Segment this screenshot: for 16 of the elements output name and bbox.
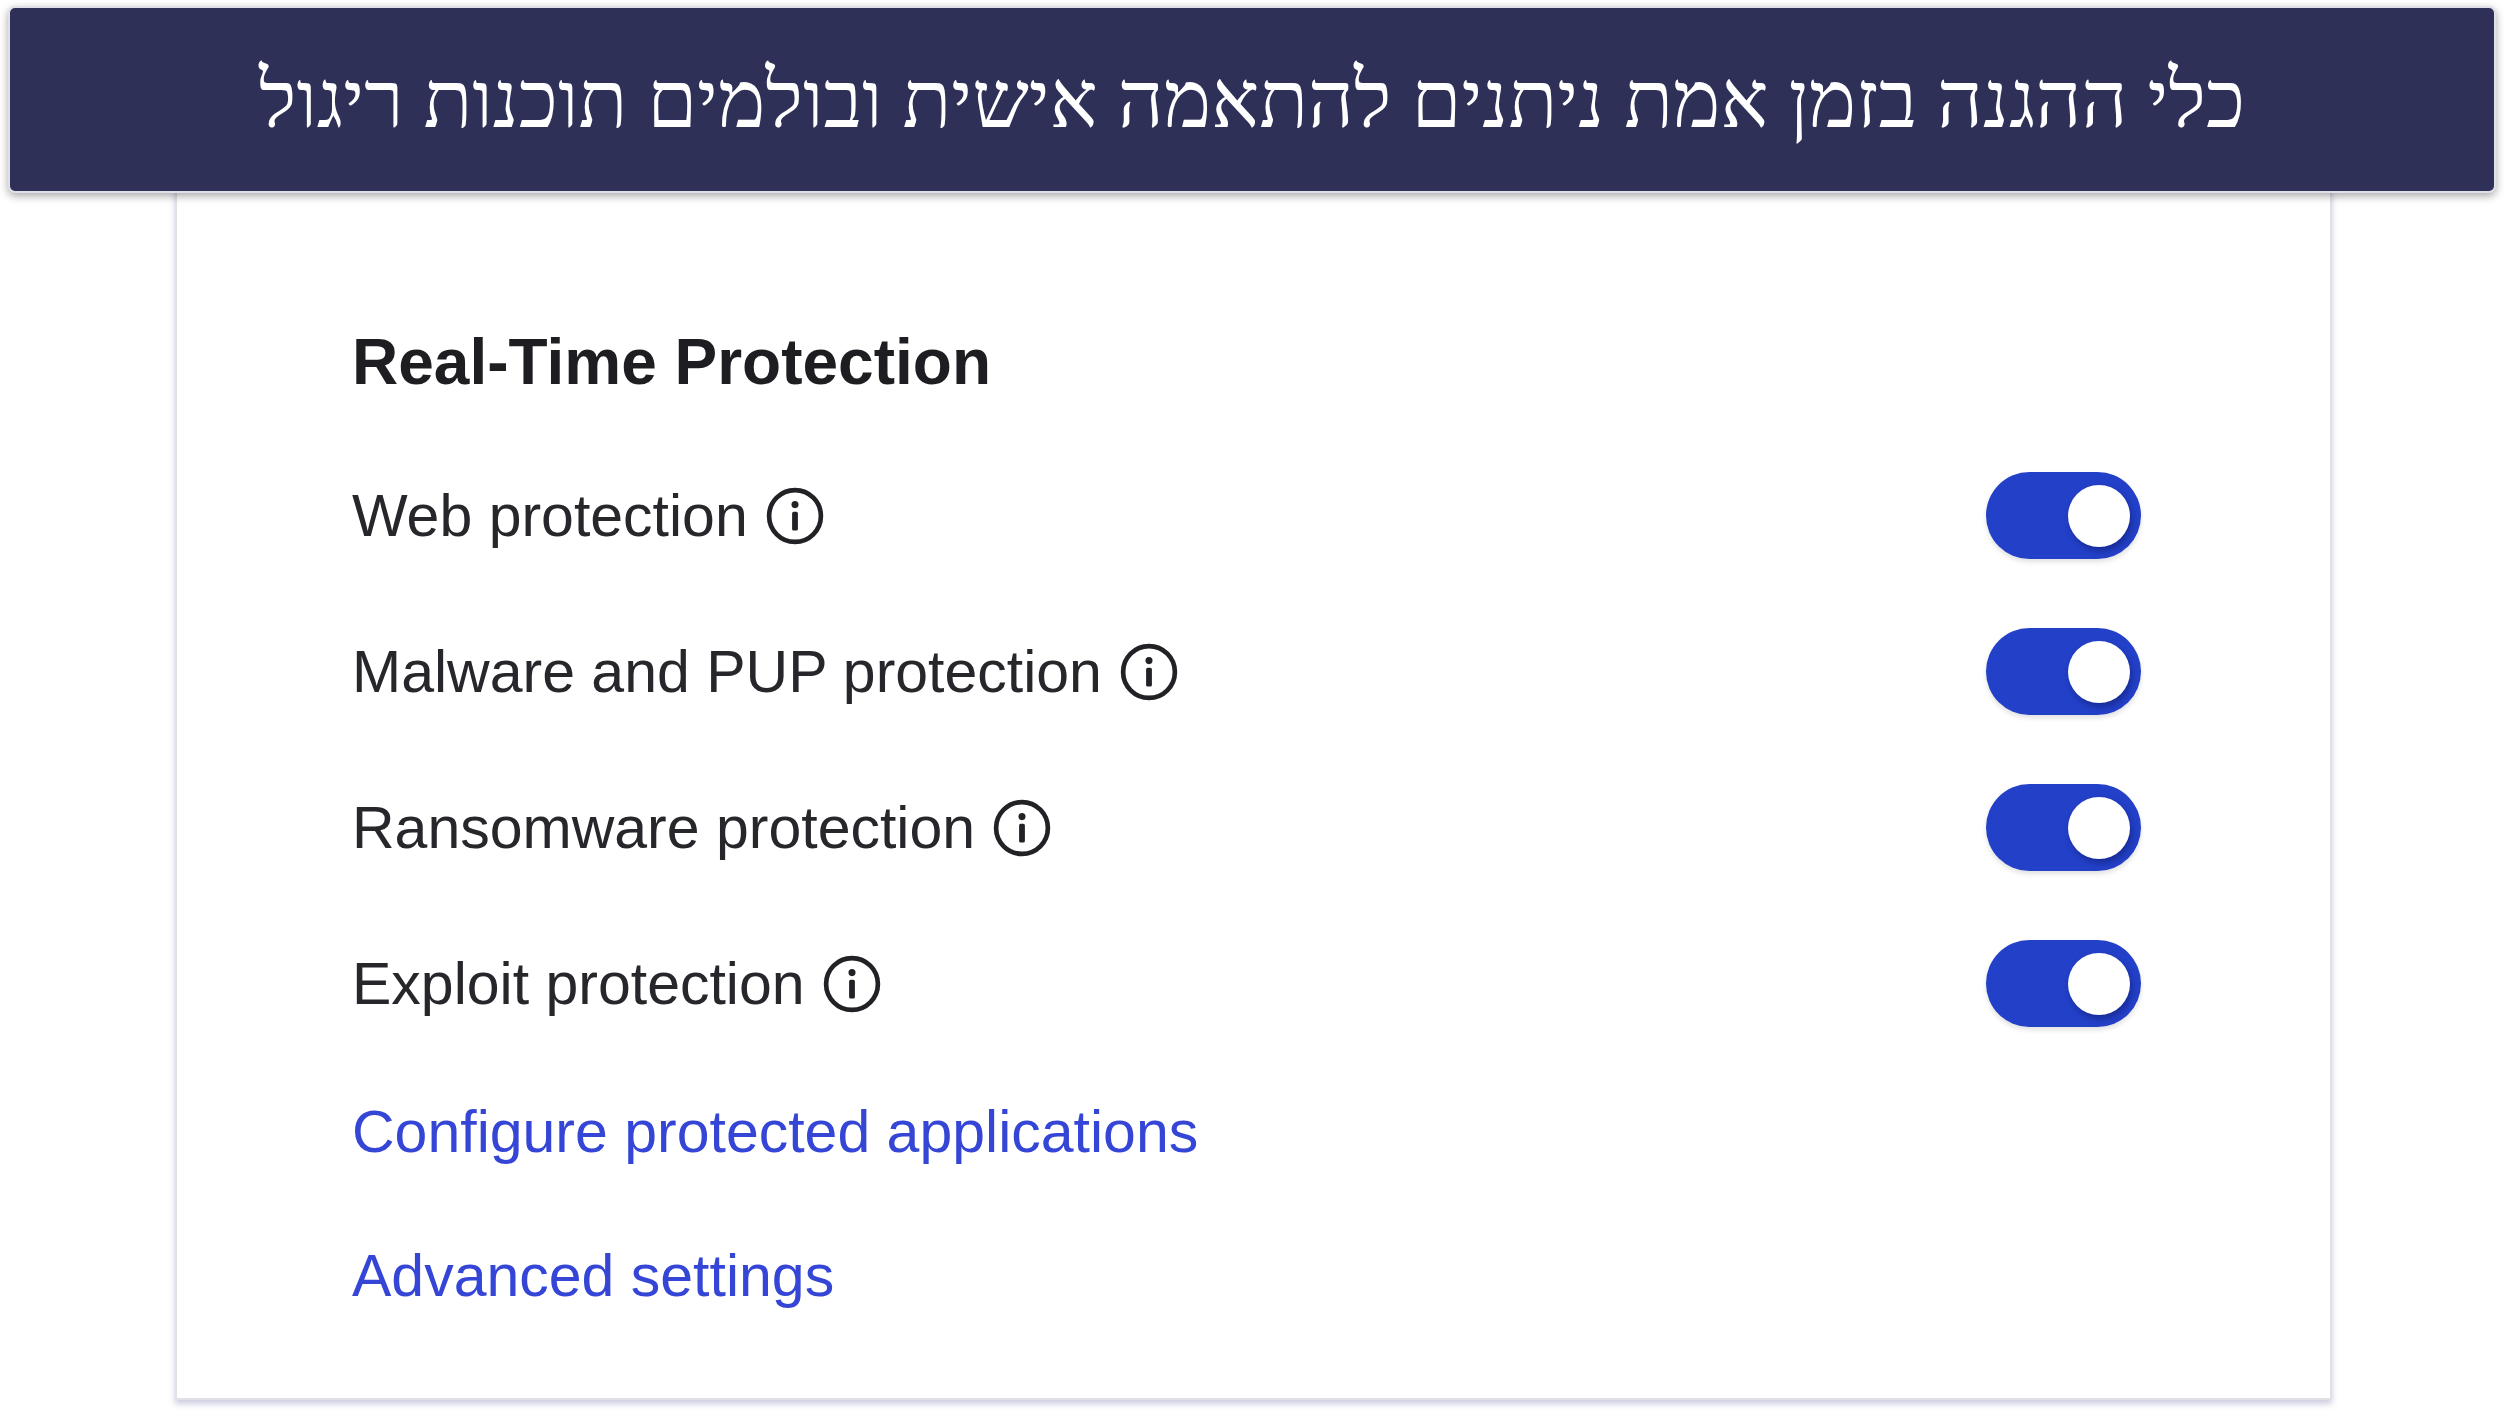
info-icon[interactable] xyxy=(993,798,1052,857)
text-link[interactable]: Advanced settings xyxy=(352,1240,835,1312)
toggle-switch[interactable] xyxy=(1986,628,2141,715)
setting-label: Malware and PUP protection xyxy=(352,637,1102,707)
setting-label: Web protection xyxy=(352,481,748,551)
toggle-switch[interactable] xyxy=(1986,940,2141,1027)
setting-label: Ransomware protection xyxy=(352,793,976,863)
info-icon[interactable] xyxy=(1119,642,1178,701)
toggle-switch[interactable] xyxy=(1986,784,2141,871)
section-heading: Real-Time Protection xyxy=(352,325,991,400)
info-icon[interactable] xyxy=(822,954,881,1013)
toggle-switch[interactable] xyxy=(1986,472,2141,559)
setting-label: Exploit protection xyxy=(352,949,805,1019)
banner-title: כלי ההגנה בזמן אמת ניתנים להתאמה אישית ובולמים תוכנות ריגול xyxy=(258,54,2246,146)
text-link[interactable]: Configure protected applications xyxy=(352,1096,1199,1168)
info-icon[interactable] xyxy=(765,486,824,545)
